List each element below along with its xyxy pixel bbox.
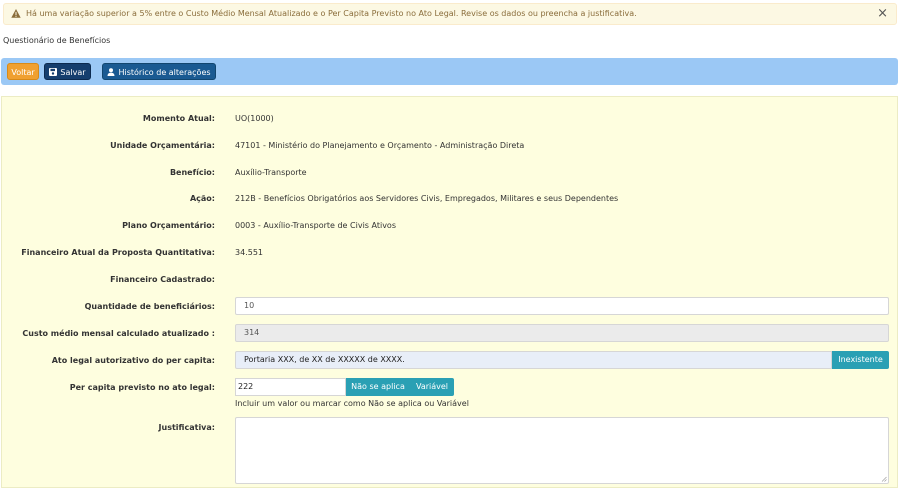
ato-legal-label: Ato legal autorizativo do per capita: — [51, 356, 215, 365]
per-capita-label: Per capita previsto no ato legal: — [69, 383, 215, 392]
financeiro-atual-value: 34.551 — [235, 248, 263, 257]
unidade-orcamentaria-value: 47101 - Ministério do Planejamento e Orç… — [235, 141, 525, 150]
unidade-orcamentaria-label: Unidade Orçamentária: — [110, 141, 215, 150]
momento-atual-value: UO(1000) — [235, 114, 274, 123]
warning-alert: Há uma variação superior a 5% entre o Cu… — [3, 3, 897, 25]
financeiro-atual-label: Financeiro Atual da Proposta Quantitativ… — [21, 248, 215, 257]
ato-legal-input[interactable]: Portaria XXX, de XX de XXXXX de XXXX. — [235, 351, 832, 369]
per-capita-help-text: Incluir um valor ou marcar como Não se a… — [235, 399, 469, 408]
momento-atual-label: Momento Atual: — [142, 114, 215, 123]
plano-orcamentario-value: 0003 - Auxílio-Transporte de Civis Ativo… — [235, 221, 396, 230]
history-button-label: Histórico de alterações — [118, 68, 211, 77]
acao-value: 212B - Benefícios Obrigatórios aos Servi… — [235, 194, 619, 203]
per-capita-input[interactable]: 222 — [235, 378, 346, 396]
inexistente-button[interactable]: Inexistente — [832, 351, 889, 369]
action-toolbar: Voltar Salvar Histórico de alterações — [1, 58, 898, 85]
save-button-label: Salvar — [60, 68, 86, 77]
custo-medio-label: Custo médio mensal calculado atualizado … — [22, 329, 215, 338]
acao-label: Ação: — [189, 194, 215, 203]
page-title: Questionário de Benefícios — [3, 36, 111, 45]
save-button[interactable]: Salvar — [44, 63, 91, 80]
warning-icon — [11, 9, 21, 18]
benefit-form-panel: Momento Atual: UO(1000) Unidade Orçament… — [1, 96, 898, 488]
nao-se-aplica-button[interactable]: Não se aplica — [346, 378, 410, 396]
alert-message: Há uma variação superior a 5% entre o Cu… — [26, 9, 637, 18]
user-icon — [107, 68, 115, 76]
history-button[interactable]: Histórico de alterações — [102, 63, 216, 80]
variavel-button[interactable]: Variável — [410, 378, 454, 396]
plano-orcamentario-label: Plano Orçamentário: — [122, 221, 215, 230]
close-icon[interactable]: × — [877, 6, 888, 21]
financeiro-cadastrado-label: Financeiro Cadastrado: — [110, 275, 215, 284]
custo-medio-field: 314 — [235, 324, 889, 342]
quantidade-beneficiarios-input[interactable]: 10 — [235, 297, 889, 315]
back-button-label: Voltar — [11, 68, 35, 77]
floppy-disk-icon — [49, 68, 58, 76]
justificativa-label: Justificativa: — [158, 423, 215, 432]
beneficio-value: Auxílio-Transporte — [235, 168, 307, 177]
quantidade-beneficiarios-label: Quantidade de beneficiários: — [84, 302, 215, 311]
resize-grip-icon[interactable] — [881, 476, 887, 482]
back-button[interactable]: Voltar — [7, 63, 39, 80]
justificativa-textarea[interactable] — [235, 417, 889, 484]
beneficio-label: Benefício: — [169, 168, 215, 177]
